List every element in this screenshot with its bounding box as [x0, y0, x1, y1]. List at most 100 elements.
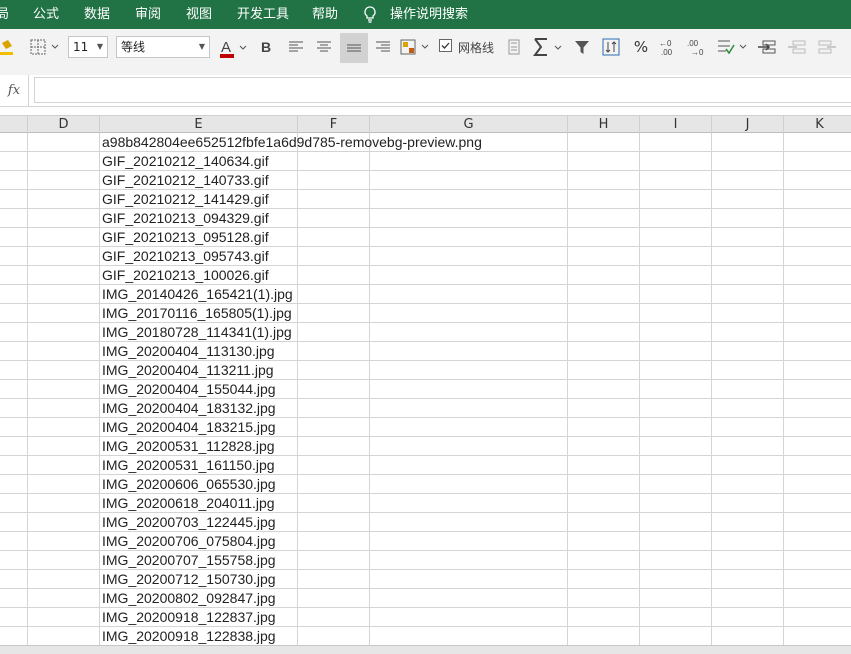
column-header-bar: D E F G H I J K — [0, 115, 851, 133]
table-row: IMG_20200802_092847.jpg — [0, 589, 851, 608]
autosum-icon[interactable] — [532, 35, 566, 59]
gridlines-label: 网格线 — [457, 40, 494, 55]
align-center-icon[interactable] — [313, 37, 335, 57]
cell-e[interactable]: IMG_20200802_092847.jpg — [102, 589, 276, 608]
cell-e[interactable]: GIF_20210213_100026.gif — [102, 266, 269, 285]
gridlines-checkbox[interactable] — [438, 38, 452, 52]
table-row: IMG_20200404_113211.jpg — [0, 361, 851, 380]
cell-e[interactable]: IMG_20200618_204011.jpg — [102, 494, 275, 513]
increase-decimal-icon[interactable]: ←0.00 — [658, 37, 680, 57]
cell-e[interactable]: IMG_20200703_122445.jpg — [102, 513, 276, 532]
align-middle-icon[interactable] — [340, 33, 368, 63]
tab-view[interactable]: 视图 — [186, 0, 212, 29]
svg-text:→0: →0 — [691, 48, 704, 56]
table-row: IMG_20200606_065530.jpg — [0, 475, 851, 494]
tab-page-layout[interactable]: 局 — [0, 0, 9, 29]
font-name-select[interactable]: 等线 ▼ — [116, 36, 210, 58]
cell-e[interactable]: IMG_20200404_183132.jpg — [102, 399, 276, 418]
fx-icon[interactable]: fx — [0, 75, 29, 106]
align-right-icon[interactable] — [372, 37, 394, 57]
ribbon-toolbar: 11 ▼ 等线 ▼ A B 网格线 % ←0.00 .00 →0 — [0, 29, 851, 76]
svg-text:A: A — [221, 39, 231, 56]
table-row: IMG_20200712_150730.jpg — [0, 570, 851, 589]
borders-icon[interactable] — [28, 37, 62, 57]
insert-cells-icon[interactable] — [756, 37, 778, 57]
column-header-e[interactable]: E — [100, 116, 298, 133]
tab-developer[interactable]: 开发工具 — [237, 0, 289, 29]
svg-text:.00: .00 — [687, 39, 699, 48]
cell-e[interactable]: IMG_20170116_165805(1).jpg — [102, 304, 292, 323]
cell-e[interactable]: IMG_20200531_112828.jpg — [102, 437, 275, 456]
calculator-icon[interactable] — [506, 37, 522, 57]
column-header-h[interactable]: H — [568, 116, 640, 133]
decrease-decimal-icon[interactable]: .00 →0 — [686, 37, 708, 57]
table-row: a98b842804ee652512fbfe1a6d9d785-removebg… — [0, 133, 851, 152]
table-row: IMG_20200703_122445.jpg — [0, 513, 851, 532]
tab-formulas[interactable]: 公式 — [33, 0, 59, 29]
chevron-down-icon: ▼ — [198, 42, 205, 51]
spreadsheet-grid[interactable]: a98b842804ee652512fbfe1a6d9d785-removebg… — [0, 133, 851, 645]
bold-button[interactable]: B — [256, 37, 276, 57]
cell-e[interactable]: IMG_20200404_113211.jpg — [102, 361, 274, 380]
paint-bucket-icon[interactable] — [0, 37, 14, 57]
table-row: GIF_20210212_140634.gif — [0, 152, 851, 171]
table-row: IMG_20200531_112828.jpg — [0, 437, 851, 456]
filter-icon[interactable] — [572, 37, 592, 57]
cell-e[interactable]: IMG_20200606_065530.jpg — [102, 475, 276, 494]
cell-e[interactable]: IMG_20200918_122838.jpg — [102, 627, 276, 645]
tab-help[interactable]: 帮助 — [312, 0, 338, 29]
column-header-c[interactable] — [0, 116, 28, 133]
cell-e[interactable]: IMG_20200712_150730.jpg — [102, 570, 276, 589]
cell-e[interactable]: IMG_20200404_183215.jpg — [102, 418, 276, 437]
cell-e[interactable]: GIF_20210212_141429.gif — [102, 190, 269, 209]
table-row: GIF_20210212_140733.gif — [0, 171, 851, 190]
svg-text:.00: .00 — [661, 48, 673, 56]
conditional-format-icon[interactable] — [716, 37, 750, 57]
table-row: IMG_20200404_155044.jpg — [0, 380, 851, 399]
column-header-f[interactable]: F — [298, 116, 370, 133]
table-row: IMG_20200404_183132.jpg — [0, 399, 851, 418]
cell-e[interactable]: GIF_20210213_094329.gif — [102, 209, 269, 228]
column-header-i[interactable]: I — [640, 116, 712, 133]
table-row: IMG_20200918_122838.jpg — [0, 627, 851, 645]
percent-style-button[interactable]: % — [630, 37, 652, 57]
cell-e[interactable]: GIF_20210213_095743.gif — [102, 247, 269, 266]
cell-e[interactable]: GIF_20210213_095128.gif — [102, 228, 269, 247]
cell-e[interactable]: IMG_20180728_114341(1).jpg — [102, 323, 292, 342]
font-size-select[interactable]: 11 ▼ — [68, 36, 108, 58]
format-cells-icon[interactable] — [398, 37, 434, 57]
column-header-k[interactable]: K — [784, 116, 851, 133]
cell-e[interactable]: IMG_20200404_113130.jpg — [102, 342, 275, 361]
format-cells-width-icon[interactable] — [816, 37, 838, 57]
cell-e[interactable]: IMG_20200404_155044.jpg — [102, 380, 276, 399]
column-header-d[interactable]: D — [28, 116, 100, 133]
cell-e[interactable]: IMG_20200706_075804.jpg — [102, 532, 276, 551]
cell-e[interactable]: IMG_20200707_155758.jpg — [102, 551, 276, 570]
cell-e[interactable]: IMG_20140426_165421(1).jpg — [102, 285, 293, 304]
sort-icon[interactable] — [600, 37, 622, 57]
cell-e[interactable]: IMG_20200531_161150.jpg — [102, 456, 275, 475]
cell-e[interactable]: IMG_20200918_122837.jpg — [102, 608, 276, 627]
chevron-down-icon: ▼ — [96, 42, 103, 51]
table-row: IMG_20170116_165805(1).jpg — [0, 304, 851, 323]
column-header-j[interactable]: J — [712, 116, 784, 133]
cell-e[interactable]: a98b842804ee652512fbfe1a6d9d785-removebg… — [102, 133, 482, 152]
table-row: IMG_20200918_122837.jpg — [0, 608, 851, 627]
delete-cells-icon[interactable] — [786, 37, 808, 57]
font-color-button[interactable]: A — [218, 36, 250, 60]
tell-me-search[interactable]: 操作说明搜索 — [390, 0, 468, 29]
table-row: IMG_20140426_165421(1).jpg — [0, 285, 851, 304]
column-header-g[interactable]: G — [370, 116, 568, 133]
table-row: GIF_20210213_095128.gif — [0, 228, 851, 247]
table-row: IMG_20200706_075804.jpg — [0, 532, 851, 551]
table-row: IMG_20200531_161150.jpg — [0, 456, 851, 475]
table-row: GIF_20210212_141429.gif — [0, 190, 851, 209]
cell-e[interactable]: GIF_20210212_140733.gif — [102, 171, 269, 190]
table-row: IMG_20200707_155758.jpg — [0, 551, 851, 570]
formula-input[interactable] — [34, 77, 851, 103]
align-left-icon[interactable] — [285, 37, 307, 57]
font-size-value: 11 — [73, 40, 89, 54]
tab-data[interactable]: 数据 — [84, 0, 110, 29]
cell-e[interactable]: GIF_20210212_140634.gif — [102, 152, 269, 171]
tab-review[interactable]: 审阅 — [135, 0, 161, 29]
